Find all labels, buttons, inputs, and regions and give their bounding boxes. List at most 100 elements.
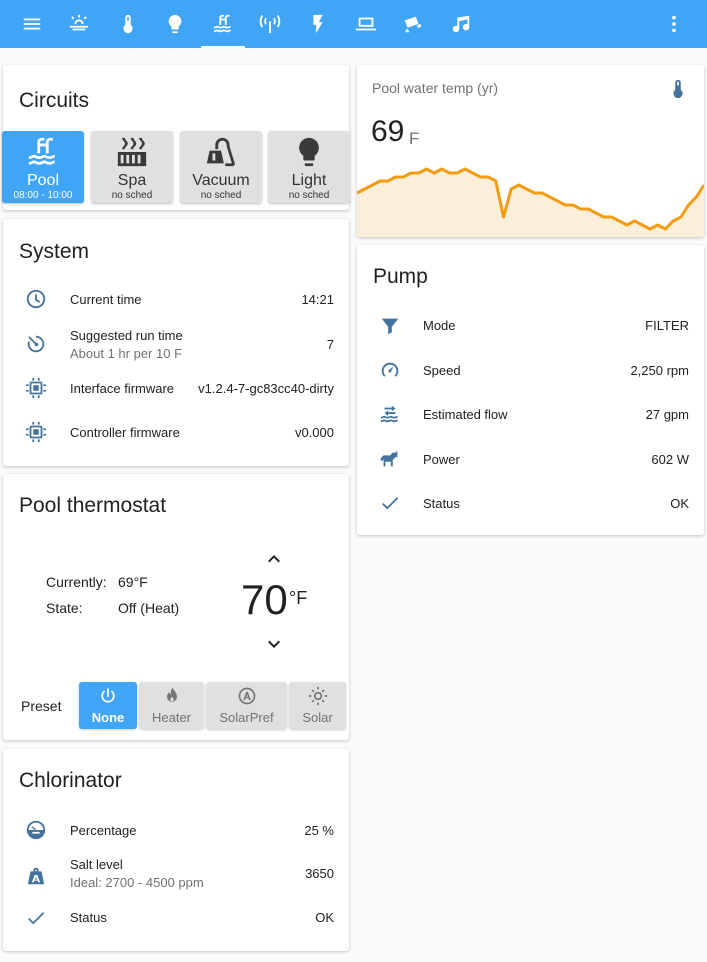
circuit-light-button[interactable]: Light no sched bbox=[268, 131, 350, 203]
speedometer-icon bbox=[379, 359, 403, 383]
circuit-name: Spa bbox=[117, 172, 147, 189]
lightning-icon[interactable] bbox=[296, 0, 340, 48]
system-card: System Current time 14:21 Suggested run … bbox=[3, 219, 349, 466]
row-label: Speed bbox=[423, 363, 461, 378]
row-value: OK bbox=[315, 910, 334, 925]
solar-pref-icon bbox=[237, 686, 257, 706]
card-title: Pool thermostat bbox=[19, 494, 167, 517]
circuit-name: Pool bbox=[26, 172, 60, 189]
circuit-vacuum-button[interactable]: Vacuum no sched bbox=[180, 131, 262, 203]
row-value: 25 % bbox=[304, 823, 334, 838]
chevron-down-icon[interactable] bbox=[262, 632, 286, 656]
preset-label: Preset bbox=[21, 698, 62, 714]
pool-water-temp-card[interactable]: Pool water temp (yr) 69 F bbox=[357, 65, 704, 237]
gauge-icon bbox=[25, 819, 49, 843]
circuit-pool-button[interactable]: Pool 08:00 - 10:00 bbox=[2, 131, 84, 203]
flow-icon bbox=[379, 403, 403, 427]
currently-label: Currently: bbox=[46, 574, 107, 590]
chip-icon bbox=[25, 421, 49, 445]
row-value: 14:21 bbox=[301, 292, 334, 307]
circuit-schedule: no sched bbox=[288, 190, 330, 201]
circuits-card: Circuits Pool 08:00 - 10:00 Spa no sched… bbox=[2, 65, 350, 210]
row-value: OK bbox=[670, 496, 689, 511]
preset-heater-button[interactable]: Heater bbox=[139, 682, 204, 729]
clock-icon bbox=[25, 288, 49, 312]
preset-name: None bbox=[91, 710, 125, 725]
spa-icon bbox=[115, 135, 149, 169]
filter-icon bbox=[379, 315, 403, 339]
circuit-schedule: no sched bbox=[111, 190, 153, 201]
card-title: Circuits bbox=[19, 89, 90, 112]
pool-thermostat-card: Pool thermostat Currently: 69°F State: O… bbox=[3, 474, 349, 740]
row-label: Status bbox=[70, 910, 107, 925]
sensor-title: Pool water temp (yr) bbox=[372, 80, 499, 96]
power-icon bbox=[98, 686, 118, 706]
menu-icon[interactable] bbox=[10, 0, 54, 48]
row-label: Suggested run time bbox=[70, 328, 183, 343]
preset-name: Solar bbox=[302, 710, 333, 725]
chip-icon bbox=[25, 377, 49, 401]
temperature-unit: °F bbox=[289, 588, 308, 608]
target-temperature: 70 bbox=[241, 576, 288, 623]
more-icon[interactable] bbox=[652, 0, 696, 48]
pool-icon[interactable] bbox=[201, 0, 245, 48]
lightbulb-icon bbox=[292, 135, 326, 169]
row-value: 3650 bbox=[305, 866, 334, 881]
circuit-spa-button[interactable]: Spa no sched bbox=[91, 131, 173, 203]
sensor-value: 69 bbox=[371, 115, 405, 148]
row-sublabel: Ideal: 2700 - 4500 ppm bbox=[70, 875, 204, 890]
row-value: v0.000 bbox=[294, 425, 334, 440]
camera-icon[interactable] bbox=[391, 0, 435, 48]
top-app-bar bbox=[0, 0, 707, 48]
row-label: Salt level bbox=[70, 857, 123, 872]
preset-solar-button[interactable]: Solar bbox=[289, 682, 346, 729]
preset-solarpref-button[interactable]: SolarPref bbox=[206, 682, 287, 729]
row-sublabel: About 1 hr per 10 F bbox=[70, 346, 183, 361]
card-title: System bbox=[19, 240, 90, 263]
row-label: Interface firmware bbox=[70, 381, 175, 396]
vacuum-icon bbox=[204, 135, 238, 169]
state-label: State: bbox=[46, 600, 83, 616]
row-label: Mode bbox=[423, 318, 456, 333]
laptop-icon[interactable] bbox=[344, 0, 388, 48]
weather-icon[interactable] bbox=[57, 0, 101, 48]
circuit-name: Light bbox=[291, 172, 327, 189]
row-value: 2,250 rpm bbox=[630, 363, 689, 378]
timer-icon bbox=[25, 333, 49, 357]
horse-icon bbox=[379, 448, 403, 472]
sensor-unit: F bbox=[409, 129, 420, 148]
sun-icon bbox=[308, 686, 328, 706]
temperature-history-graph bbox=[357, 167, 704, 237]
thermometer-icon bbox=[667, 78, 689, 100]
row-value: 602 W bbox=[651, 452, 689, 467]
hvac-state: Off (Heat) bbox=[118, 600, 180, 616]
check-icon bbox=[379, 492, 403, 516]
music-icon[interactable] bbox=[439, 0, 483, 48]
preset-none-button[interactable]: None bbox=[79, 682, 137, 729]
thermometer-icon[interactable] bbox=[106, 0, 150, 48]
preset-name: SolarPref bbox=[219, 710, 274, 725]
chevron-up-icon[interactable] bbox=[262, 547, 286, 571]
row-label: Power bbox=[423, 452, 460, 467]
circuit-schedule: no sched bbox=[200, 190, 242, 201]
chlorinator-card: Chlorinator Percentage 25 % Salt level I… bbox=[3, 749, 349, 951]
row-label: Percentage bbox=[70, 823, 137, 838]
row-value: FILTER bbox=[645, 318, 689, 333]
pool-icon bbox=[26, 135, 60, 169]
row-value: 27 gpm bbox=[645, 407, 689, 422]
row-label: Controller firmware bbox=[70, 425, 180, 440]
pump-card: Pump Mode FILTER Speed 2,250 rpm Estimat… bbox=[357, 245, 704, 535]
check-icon bbox=[25, 907, 49, 931]
card-title: Chlorinator bbox=[19, 769, 122, 792]
fire-icon bbox=[162, 686, 182, 706]
card-title: Pump bbox=[373, 265, 428, 288]
row-value: v1.2.4-7-gc83cc40-dirty bbox=[198, 381, 334, 396]
circuit-schedule: 08:00 - 10:00 bbox=[13, 190, 73, 201]
weight-icon bbox=[25, 865, 49, 889]
row-label: Status bbox=[423, 496, 460, 511]
lightbulb-icon[interactable] bbox=[153, 0, 197, 48]
antenna-icon[interactable] bbox=[248, 0, 292, 48]
circuit-name: Vacuum bbox=[192, 172, 250, 189]
row-label: Estimated flow bbox=[423, 407, 508, 422]
row-label: Current time bbox=[70, 292, 142, 307]
